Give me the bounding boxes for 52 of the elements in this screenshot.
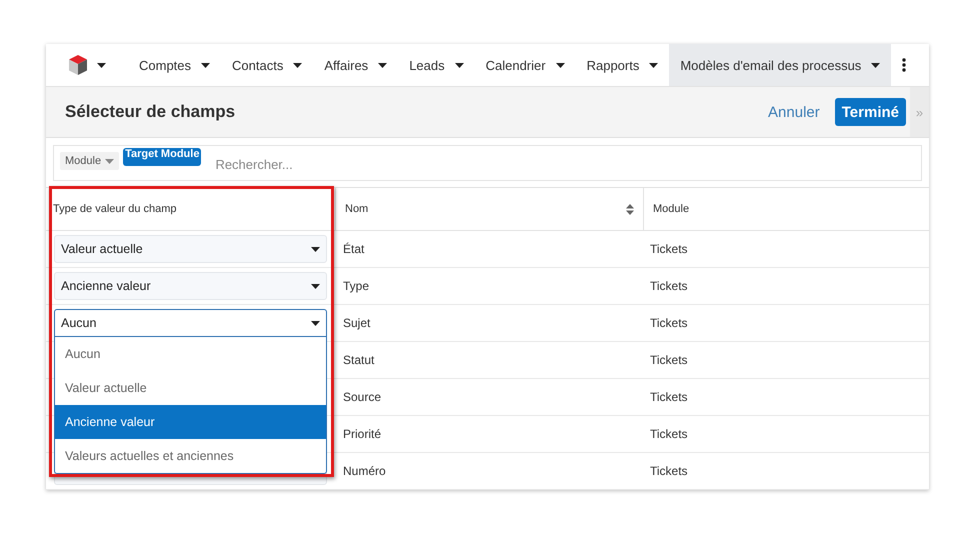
table-cell: Source (335, 379, 643, 416)
target-module-tag[interactable]: Target Module (123, 148, 202, 166)
table-cell: Tickets (643, 453, 929, 490)
caret-icon (556, 62, 565, 68)
table-cell: Priorité (335, 416, 643, 453)
caret-icon (871, 62, 880, 68)
table-cell: Statut (335, 342, 643, 379)
caret-icon (311, 284, 320, 288)
dropdown-option[interactable]: Valeurs actuelles et anciennes (55, 439, 326, 473)
dropdown-option[interactable]: Aucun (55, 337, 326, 371)
table-cell: Tickets (643, 268, 929, 305)
nav-tab[interactable]: Contacts (221, 44, 314, 86)
caret-icon (293, 62, 302, 68)
value-type-select[interactable]: Ancienne valeur (54, 272, 327, 300)
table-cell: Numéro (335, 453, 643, 490)
value-type-select[interactable]: Aucun (54, 309, 327, 337)
nav-tab[interactable]: Comptes (128, 44, 222, 86)
caret-icon (454, 62, 464, 68)
table-cell: Type (335, 268, 643, 305)
nav-tab[interactable]: Rapports (576, 44, 670, 86)
caret-icon (201, 62, 210, 68)
table-cell: Tickets (643, 231, 929, 268)
column-header[interactable]: Nom (335, 188, 643, 231)
table-cell: Tickets (643, 416, 929, 453)
done-button[interactable]: Terminé (834, 98, 906, 126)
table-cell: Sujet (335, 305, 643, 342)
page-title: Sélecteur de champs (64, 102, 236, 122)
nav-tab[interactable]: Leads (398, 44, 475, 86)
caret-icon (378, 62, 388, 68)
column-header: Module (643, 188, 929, 231)
dropdown-option[interactable]: Valeur actuelle (55, 371, 326, 405)
caret-icon (105, 158, 114, 164)
value-type-select[interactable]: Valeur actuelle (54, 235, 327, 263)
nav-tab[interactable]: Calendrier (474, 44, 576, 86)
cube-logo-icon[interactable] (68, 54, 88, 76)
dropdown-option[interactable]: Ancienne valeur (55, 405, 326, 439)
table-cell: Tickets (643, 342, 929, 379)
table-cell: État (335, 231, 643, 268)
table-cell: Tickets (643, 379, 929, 416)
sort-icon (626, 204, 634, 214)
caret-icon (311, 320, 320, 326)
search-field[interactable]: Module Target Module Rechercher... (53, 145, 922, 181)
caret-icon (97, 62, 106, 68)
nav-tab[interactable]: Modèles d'email des processus (669, 44, 892, 86)
more-icon[interactable] (902, 58, 906, 72)
caret-icon (649, 62, 658, 68)
column-header: Type de valeur du champ (46, 188, 335, 231)
module-filter-chip[interactable]: Module (60, 152, 120, 170)
caret-icon (311, 246, 320, 252)
table-cell: Tickets (643, 305, 929, 342)
cancel-link[interactable]: Annuler (768, 104, 820, 120)
nav-tab[interactable]: Affaires (313, 44, 398, 86)
